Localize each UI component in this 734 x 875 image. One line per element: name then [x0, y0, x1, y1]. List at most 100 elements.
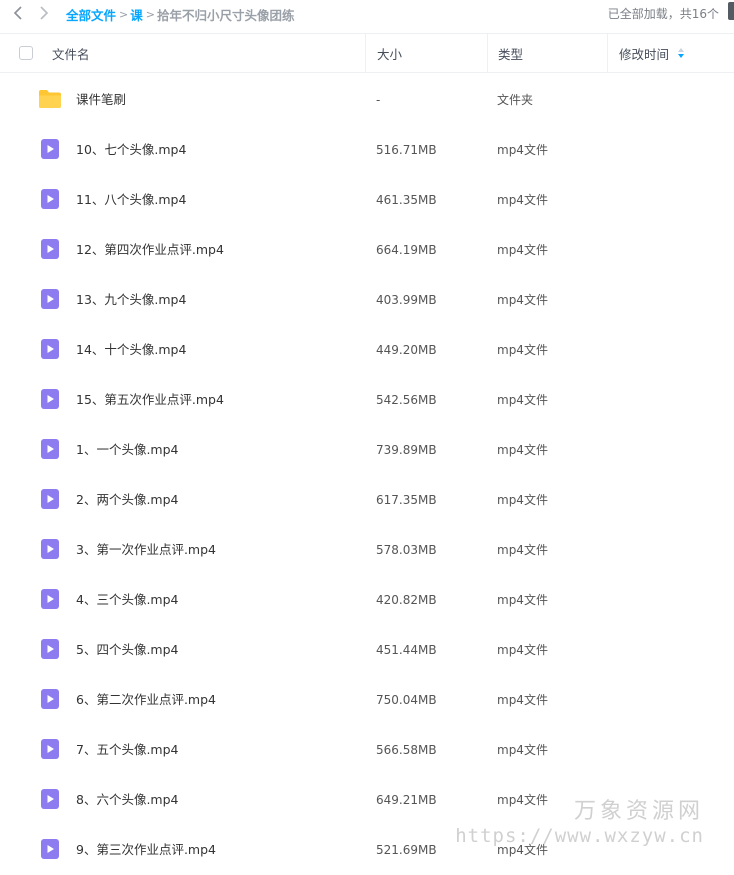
file-name[interactable]: 3、第一次作业点评.mp4 [76, 525, 216, 575]
file-type: mp4文件 [497, 375, 548, 425]
column-header-size-label: 大小 [377, 44, 402, 63]
file-type: mp4文件 [497, 275, 548, 325]
video-file-icon [40, 689, 60, 709]
file-name[interactable]: 14、十个头像.mp4 [76, 325, 186, 375]
column-header-size[interactable]: 大小 [365, 34, 487, 72]
breadcrumb-separator-icon: > [119, 8, 128, 21]
file-name[interactable]: 12、第四次作业点评.mp4 [76, 225, 224, 275]
breadcrumb: 全部文件 > 课 > 拾年不归小尺寸头像团练 [66, 5, 294, 24]
file-size: 449.20MB [376, 325, 437, 375]
file-size: 420.82MB [376, 575, 437, 625]
file-type: mp4文件 [497, 525, 548, 575]
file-row[interactable]: 7、五个头像.mp4 566.58MB mp4文件 [0, 725, 734, 775]
file-type: mp4文件 [497, 325, 548, 375]
video-file-icon [40, 339, 60, 359]
breadcrumb-root[interactable]: 全部文件 [66, 5, 116, 24]
file-row[interactable]: 11、八个头像.mp4 461.35MB mp4文件 [0, 175, 734, 225]
column-header-type[interactable]: 类型 [487, 34, 608, 72]
column-header-type-label: 类型 [498, 44, 523, 63]
column-header-name[interactable]: 文件名 [52, 34, 90, 72]
file-size: 521.69MB [376, 825, 437, 875]
file-name[interactable]: 4、三个头像.mp4 [76, 575, 179, 625]
file-row[interactable]: 5、四个头像.mp4 451.44MB mp4文件 [0, 625, 734, 675]
breadcrumb-folder[interactable]: 课 [130, 5, 143, 24]
file-type: mp4文件 [497, 825, 548, 875]
file-name[interactable]: 13、九个头像.mp4 [76, 275, 186, 325]
file-name[interactable]: 7、五个头像.mp4 [76, 725, 179, 775]
file-size: - [376, 75, 380, 125]
video-file-icon [40, 489, 60, 509]
file-size: 403.99MB [376, 275, 437, 325]
file-list: 课件笔刷 - 文件夹 10、七个头像.mp4 516.71MB mp4文件 11… [0, 75, 734, 875]
file-row[interactable]: 4、三个头像.mp4 420.82MB mp4文件 [0, 575, 734, 625]
column-header-name-label: 文件名 [52, 44, 90, 63]
side-panel-tab[interactable] [728, 2, 734, 20]
file-row[interactable]: 9、第三次作业点评.mp4 521.69MB mp4文件 [0, 825, 734, 875]
file-row[interactable]: 课件笔刷 - 文件夹 [0, 75, 734, 125]
file-row[interactable]: 13、九个头像.mp4 403.99MB mp4文件 [0, 275, 734, 325]
back-arrow-icon[interactable] [10, 5, 26, 21]
file-name[interactable]: 课件笔刷 [76, 75, 126, 125]
breadcrumb-separator-icon: > [146, 8, 155, 21]
video-file-icon [40, 289, 60, 309]
file-type: mp4文件 [497, 725, 548, 775]
video-file-icon [40, 139, 60, 159]
file-size: 461.35MB [376, 175, 437, 225]
video-file-icon [40, 539, 60, 559]
file-row[interactable]: 12、第四次作业点评.mp4 664.19MB mp4文件 [0, 225, 734, 275]
file-name[interactable]: 11、八个头像.mp4 [76, 175, 186, 225]
file-row[interactable]: 10、七个头像.mp4 516.71MB mp4文件 [0, 125, 734, 175]
file-name[interactable]: 1、一个头像.mp4 [76, 425, 179, 475]
video-file-icon [40, 439, 60, 459]
video-file-icon [40, 389, 60, 409]
file-size: 578.03MB [376, 525, 437, 575]
file-row[interactable]: 15、第五次作业点评.mp4 542.56MB mp4文件 [0, 375, 734, 425]
column-header-modified[interactable]: 修改时间 [607, 34, 734, 72]
select-all-checkbox[interactable] [19, 46, 33, 60]
file-size: 649.21MB [376, 775, 437, 825]
forward-arrow-icon[interactable] [36, 5, 52, 21]
file-name[interactable]: 9、第三次作业点评.mp4 [76, 825, 216, 875]
file-type: mp4文件 [497, 625, 548, 675]
breadcrumb-current: 拾年不归小尺寸头像团练 [157, 5, 295, 24]
file-size: 451.44MB [376, 625, 437, 675]
file-type: mp4文件 [497, 225, 548, 275]
file-size: 542.56MB [376, 375, 437, 425]
file-row[interactable]: 2、两个头像.mp4 617.35MB mp4文件 [0, 475, 734, 525]
file-row[interactable]: 14、十个头像.mp4 449.20MB mp4文件 [0, 325, 734, 375]
file-row[interactable]: 8、六个头像.mp4 649.21MB mp4文件 [0, 775, 734, 825]
video-file-icon [40, 589, 60, 609]
column-header-modified-label: 修改时间 [619, 44, 669, 63]
file-size: 664.19MB [376, 225, 437, 275]
loaded-count-text: 已全部加载，共16个 [608, 5, 719, 22]
file-size: 566.58MB [376, 725, 437, 775]
file-type: mp4文件 [497, 175, 548, 225]
video-file-icon [40, 839, 60, 859]
file-type: mp4文件 [497, 675, 548, 725]
video-file-icon [40, 639, 60, 659]
sort-icon[interactable] [677, 47, 685, 59]
file-type: mp4文件 [497, 475, 548, 525]
select-all-cell [19, 34, 33, 72]
file-name[interactable]: 6、第二次作业点评.mp4 [76, 675, 216, 725]
file-name[interactable]: 5、四个头像.mp4 [76, 625, 179, 675]
file-type: mp4文件 [497, 775, 548, 825]
file-list-header: 文件名 大小 类型 修改时间 [0, 33, 734, 73]
file-name[interactable]: 2、两个头像.mp4 [76, 475, 179, 525]
file-name[interactable]: 15、第五次作业点评.mp4 [76, 375, 224, 425]
video-file-icon [40, 239, 60, 259]
file-type: mp4文件 [497, 425, 548, 475]
video-file-icon [40, 739, 60, 759]
file-name[interactable]: 8、六个头像.mp4 [76, 775, 179, 825]
file-size: 516.71MB [376, 125, 437, 175]
file-row[interactable]: 3、第一次作业点评.mp4 578.03MB mp4文件 [0, 525, 734, 575]
folder-icon [40, 89, 60, 109]
file-type: mp4文件 [497, 575, 548, 625]
file-size: 750.04MB [376, 675, 437, 725]
file-row[interactable]: 6、第二次作业点评.mp4 750.04MB mp4文件 [0, 675, 734, 725]
file-row[interactable]: 1、一个头像.mp4 739.89MB mp4文件 [0, 425, 734, 475]
file-type: mp4文件 [497, 125, 548, 175]
file-type: 文件夹 [497, 75, 533, 125]
top-navigation-bar: 全部文件 > 课 > 拾年不归小尺寸头像团练 已全部加载，共16个 [0, 0, 734, 26]
file-name[interactable]: 10、七个头像.mp4 [76, 125, 186, 175]
